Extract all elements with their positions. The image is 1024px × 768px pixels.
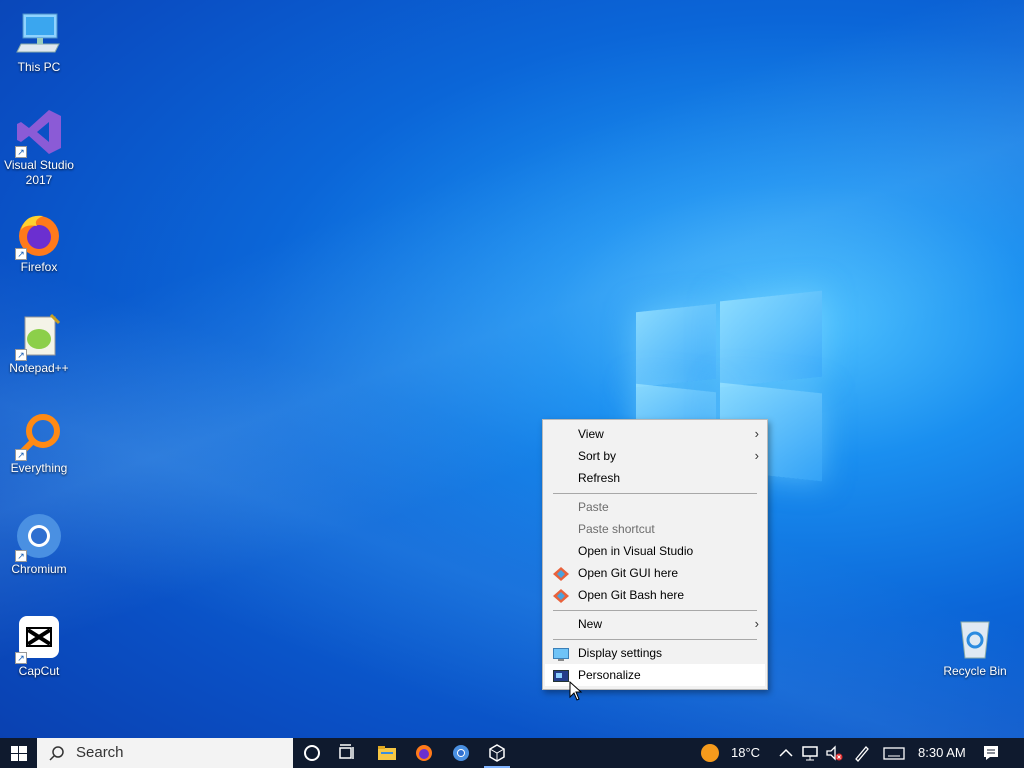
shortcut-arrow-icon: ↗ bbox=[15, 449, 27, 461]
magnifier-icon: ↗ bbox=[15, 411, 63, 461]
mouse-cursor-icon bbox=[569, 681, 583, 701]
show-hidden-icons-chevron-up-icon[interactable] bbox=[776, 743, 796, 763]
menu-separator bbox=[553, 610, 757, 611]
shortcut-arrow-icon: ↗ bbox=[15, 248, 27, 260]
menu-item-open-visual-studio[interactable]: Open in Visual Studio bbox=[545, 540, 765, 562]
display-icon bbox=[553, 646, 569, 661]
computer-icon bbox=[15, 10, 63, 58]
taskbar-search-box[interactable]: Search bbox=[37, 738, 293, 768]
network-icon[interactable] bbox=[800, 743, 820, 763]
desktop-icon-visual-studio[interactable]: ↗ Visual Studio 2017 bbox=[1, 108, 77, 188]
desktop-icon-capcut[interactable]: ↗ CapCut bbox=[1, 614, 77, 679]
chromium-icon: ↗ bbox=[15, 512, 63, 562]
wallpaper-light-beam bbox=[0, 0, 1024, 768]
firefox-taskbar-icon[interactable] bbox=[414, 743, 434, 763]
desktop-context-menu: View › Sort by › Refresh Paste Paste sho… bbox=[542, 419, 768, 690]
menu-item-open-git-gui[interactable]: Open Git GUI here bbox=[545, 562, 765, 584]
menu-item-display-settings[interactable]: Display settings bbox=[545, 642, 765, 664]
shortcut-arrow-icon: ↗ bbox=[15, 550, 27, 562]
git-icon bbox=[553, 566, 569, 581]
firefox-icon: ↗ bbox=[15, 210, 63, 260]
action-center-notification-icon[interactable] bbox=[981, 743, 1001, 763]
notepadpp-icon: ↗ bbox=[15, 311, 63, 361]
menu-item-paste-shortcut: Paste shortcut bbox=[578, 522, 655, 536]
chevron-right-icon: › bbox=[754, 616, 759, 631]
desktop-icon-chromium[interactable]: ↗ Chromium bbox=[1, 512, 77, 577]
chromium-taskbar-icon[interactable] bbox=[451, 743, 471, 763]
cortana-icon[interactable] bbox=[302, 743, 322, 763]
menu-separator bbox=[553, 493, 757, 494]
desktop-icon-recycle-bin[interactable]: Recycle Bin bbox=[937, 614, 1013, 679]
shortcut-arrow-icon: ↗ bbox=[15, 349, 27, 361]
search-icon bbox=[49, 746, 64, 761]
desktop-icon-notepadpp[interactable]: ↗ Notepad++ bbox=[1, 311, 77, 376]
menu-separator bbox=[553, 639, 757, 640]
desktop-icon-this-pc[interactable]: This PC bbox=[1, 10, 77, 75]
weather-sun-icon[interactable] bbox=[700, 743, 720, 763]
menu-item-paste: Paste bbox=[578, 500, 609, 514]
chevron-right-icon: › bbox=[754, 426, 759, 441]
desktop-icon-everything[interactable]: ↗ Everything bbox=[1, 411, 77, 476]
package-app-taskbar-icon[interactable] bbox=[487, 743, 507, 763]
start-windows-icon[interactable] bbox=[9, 743, 29, 763]
recycle-bin-icon bbox=[951, 614, 999, 662]
shortcut-arrow-icon: ↗ bbox=[15, 652, 27, 664]
menu-item-new[interactable]: New › bbox=[545, 613, 765, 635]
capcut-icon: ↗ bbox=[15, 614, 63, 664]
volume-muted-icon[interactable] bbox=[824, 743, 844, 763]
menu-item-open-git-bash[interactable]: Open Git Bash here bbox=[545, 584, 765, 606]
personalize-icon bbox=[553, 668, 569, 682]
touch-keyboard-icon[interactable] bbox=[883, 743, 905, 763]
weather-temperature[interactable]: 18°C bbox=[731, 738, 760, 768]
pen-workspace-icon[interactable] bbox=[852, 743, 872, 763]
menu-item-sort-by[interactable]: Sort by › bbox=[545, 445, 765, 467]
taskbar-clock[interactable]: 8:30 AM bbox=[918, 738, 966, 768]
visual-studio-icon: ↗ bbox=[15, 108, 63, 158]
menu-item-view[interactable]: View › bbox=[545, 423, 765, 445]
menu-item-refresh[interactable]: Refresh bbox=[545, 467, 765, 489]
desktop-icon-firefox[interactable]: ↗ Firefox bbox=[1, 210, 77, 275]
git-icon bbox=[553, 588, 569, 603]
taskbar: Search 18°C 8:30 AM bbox=[0, 738, 1024, 768]
file-explorer-icon[interactable] bbox=[377, 743, 397, 763]
shortcut-arrow-icon: ↗ bbox=[15, 146, 27, 158]
chevron-right-icon: › bbox=[754, 448, 759, 463]
task-view-icon[interactable] bbox=[337, 743, 357, 763]
